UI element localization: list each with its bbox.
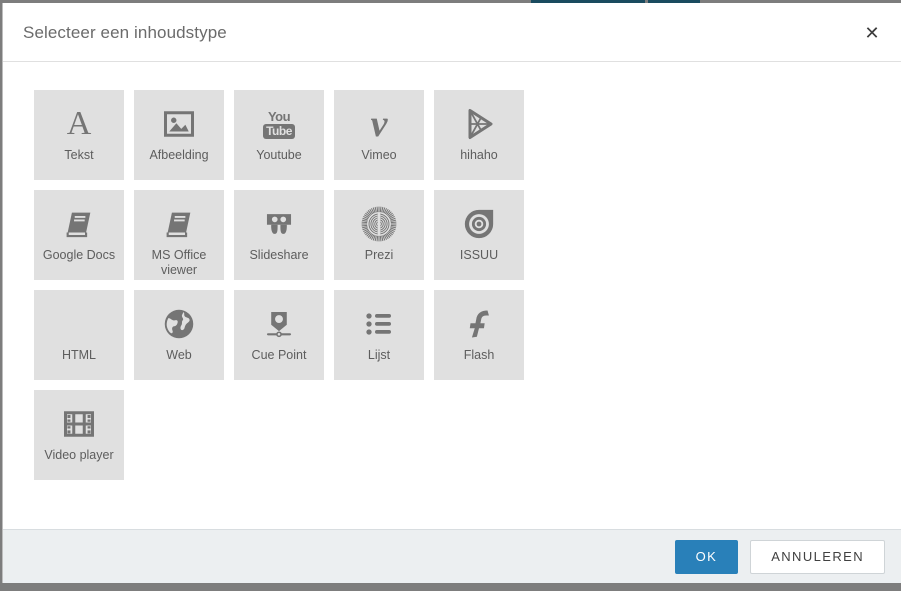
content-type-tile-label: Slideshare — [249, 248, 309, 262]
content-type-tile-label: Afbeelding — [149, 148, 209, 162]
content-type-tile-google-docs[interactable]: Google Docs — [34, 190, 124, 280]
film-strip-icon — [59, 404, 99, 444]
content-type-tile-label: Vimeo — [361, 148, 397, 162]
dialog-header: Selecteer een inhoudstype ✕ — [3, 3, 901, 62]
content-type-tile-label: Lijst — [367, 348, 391, 362]
list-bullets-icon — [359, 304, 399, 344]
issuu-target-icon — [459, 204, 499, 244]
content-type-grid: A Tekst Afbeelding You Tube Youtube v Vimeo hiha… — [34, 90, 554, 480]
content-type-tile-label: ISSUU — [459, 248, 499, 262]
prezi-sunburst-icon — [359, 204, 399, 244]
content-type-tile-label: MS Office viewer — [151, 248, 207, 277]
youtube-icon: You Tube — [259, 104, 299, 144]
content-type-tile-label: Youtube — [256, 148, 302, 162]
ok-button[interactable]: OK — [674, 539, 739, 574]
dialog-body: A Tekst Afbeelding You Tube Youtube v Vimeo hiha… — [3, 62, 901, 529]
book-icon — [159, 204, 199, 244]
content-type-tile-issuu[interactable]: ISSUU — [434, 190, 524, 280]
content-type-dialog: Selecteer een inhoudstype ✕ A Tekst Afbeel… — [2, 3, 901, 583]
content-type-tile-hihaho[interactable]: hihaho — [434, 90, 524, 180]
hihaho-play-icon — [459, 104, 499, 144]
content-type-tile-lijst[interactable]: Lijst — [334, 290, 424, 380]
content-type-tile-cue-point[interactable]: Cue Point — [234, 290, 324, 380]
dialog-title: Selecteer een inhoudstype — [23, 23, 227, 42]
content-type-tile-youtube[interactable]: You Tube Youtube — [234, 90, 324, 180]
slideshare-icon — [259, 204, 299, 244]
content-type-tile-label: Google Docs — [42, 248, 116, 262]
content-type-tile-tekst[interactable]: A Tekst — [34, 90, 124, 180]
content-type-tile-ms-office-viewer[interactable]: MS Office viewer — [134, 190, 224, 280]
content-type-tile-video-player[interactable]: Video player — [34, 390, 124, 480]
content-type-tile-label: Prezi — [364, 248, 394, 262]
cancel-button[interactable]: ANNULEREN — [750, 539, 885, 574]
content-type-tile-label: HTML — [61, 348, 97, 362]
content-type-tile-vimeo[interactable]: v Vimeo — [334, 90, 424, 180]
content-type-tile-afbeelding[interactable]: Afbeelding — [134, 90, 224, 180]
text-a-icon: A — [66, 105, 92, 142]
globe-icon — [159, 304, 199, 344]
content-type-tile-label: hihaho — [460, 148, 498, 162]
content-type-tile-prezi[interactable]: Prezi — [334, 190, 424, 280]
content-type-tile-web[interactable]: Web — [134, 290, 224, 380]
content-type-tile-label: Video player — [44, 448, 114, 462]
content-type-tile-label: Tekst — [64, 148, 94, 162]
vimeo-icon: v — [370, 103, 388, 145]
flash-f-icon — [459, 304, 499, 344]
cue-point-marker-icon — [259, 304, 299, 344]
content-type-tile-label: Flash — [463, 348, 495, 362]
dialog-footer: OK ANNULEREN — [3, 529, 901, 583]
content-type-tile-label: Web — [166, 348, 192, 362]
book-icon — [59, 204, 99, 244]
content-type-tile-label: Cue Point — [251, 348, 307, 362]
code-brackets-icon — [59, 304, 99, 344]
content-type-tile-flash[interactable]: Flash — [434, 290, 524, 380]
close-icon[interactable]: ✕ — [861, 22, 883, 44]
image-icon — [159, 104, 199, 144]
content-type-tile-html[interactable]: HTML — [34, 290, 124, 380]
content-type-tile-slideshare[interactable]: Slideshare — [234, 190, 324, 280]
